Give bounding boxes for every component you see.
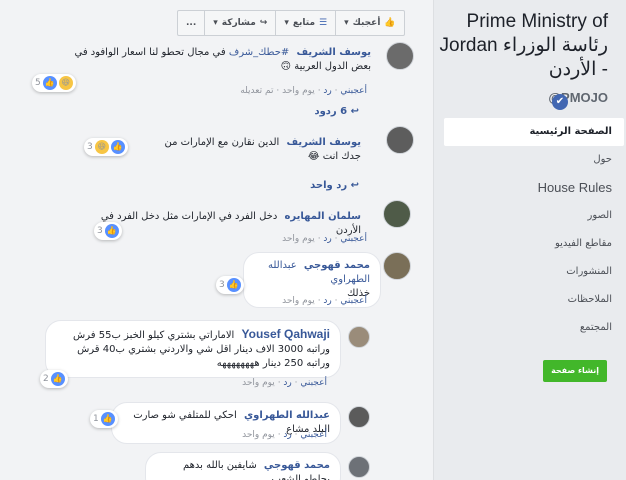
avatar[interactable] — [348, 456, 370, 478]
thumbs-up-icon: 👍 — [384, 18, 396, 28]
comment-bubble: Yousef Qahwaji الاماراتي بشتري كيلو الخب… — [45, 320, 341, 378]
comment-bubble: محمد قهوجي شايفين بالله بدهم يجلطو الشعب — [145, 452, 341, 480]
chevron-down-icon: ▾ — [213, 18, 218, 28]
edited-label[interactable]: تم تعديله — [240, 86, 273, 96]
replies-count: 6 ردود — [314, 106, 348, 117]
timestamp[interactable]: يوم واحد — [282, 86, 315, 96]
nav-home[interactable]: الصفحة الرئيسية — [444, 118, 624, 146]
reaction-number: 5 — [35, 78, 41, 88]
comment-author[interactable]: محمد قهوجي — [304, 260, 370, 271]
reply-link[interactable]: رد — [323, 86, 331, 96]
more-button[interactable]: ... — [177, 10, 206, 36]
reaction-number: 3 — [219, 280, 225, 290]
timestamp[interactable]: يوم واحد — [282, 234, 315, 244]
reply-arrow-icon: ↩ — [350, 106, 359, 117]
comment-meta: أعجبني · رد · يوم واحد · تم تعديله — [240, 86, 367, 96]
nav-videos[interactable]: مقاطع الفيديو — [444, 230, 624, 258]
comment-author[interactable]: Yousef Qahwaji — [242, 327, 330, 341]
comment-meta: أعجبني · رد · يوم واحد — [282, 296, 367, 306]
reaction-count[interactable]: 3 😆 👍 — [84, 138, 128, 156]
nav-posts[interactable]: المنشورات — [444, 258, 624, 286]
reaction-count[interactable]: 1 👍 — [90, 410, 118, 428]
view-replies-link[interactable]: ↩ 6 ردود — [314, 106, 359, 117]
like-link[interactable]: أعجبني — [340, 234, 367, 244]
view-replies-link[interactable]: ↩ رد واحد — [310, 180, 359, 191]
like-reaction-icon: 👍 — [42, 76, 57, 90]
page-title[interactable]: Prime Ministry of Jordan رئاسة الوزراء -… — [436, 10, 608, 82]
haha-reaction-icon: 😆 — [58, 76, 73, 90]
like-link[interactable]: أعجبني — [340, 86, 367, 96]
haha-reaction-icon: 😆 — [94, 140, 109, 154]
nav-community[interactable]: المجتمع — [444, 314, 624, 342]
chevron-down-icon: ▾ — [344, 18, 349, 28]
share-icon: ↪ — [259, 18, 268, 28]
comment-bubble: يوسف الشريف الدين نقارن مع الإمارات من ج… — [141, 130, 371, 170]
comment-author[interactable]: محمد قهوجي — [264, 460, 330, 471]
nav-about[interactable]: حول — [444, 146, 624, 174]
share-label: مشاركة — [221, 18, 256, 28]
reaction-number: 3 — [87, 142, 93, 152]
avatar[interactable] — [383, 252, 411, 280]
comment-bubble: يوسف الشريف #حطك_شرف في مجال تحطو لنا اس… — [61, 40, 381, 80]
follow-label: متابع — [292, 18, 316, 28]
comment-author[interactable]: يوسف الشريف — [297, 47, 372, 58]
page-nav: الصفحة الرئيسية حول House Rules الصور مق… — [444, 118, 624, 342]
reaction-count[interactable]: 5 👍 😆 — [32, 74, 76, 92]
avatar[interactable] — [383, 200, 411, 228]
comment-author[interactable]: عبدالله الطهراوي — [244, 410, 330, 421]
reply-arrow-icon: ↩ — [350, 180, 359, 191]
reply-link[interactable]: رد — [283, 378, 291, 388]
timestamp[interactable]: يوم واحد — [242, 378, 275, 388]
timestamp[interactable]: يوم واحد — [242, 430, 275, 440]
comment-meta: أعجبني · رد · يوم واحد — [282, 234, 367, 244]
like-reaction-icon: 👍 — [104, 224, 119, 238]
hashtag-link[interactable]: #حطك_شرف — [229, 47, 289, 58]
rss-icon: ☰ — [319, 18, 328, 28]
comment-meta: أعجبني · رد · يوم واحد — [242, 430, 327, 440]
replies-count: رد واحد — [310, 180, 348, 191]
reaction-count[interactable]: 2 👍 — [40, 370, 68, 388]
like-link[interactable]: أعجبني — [300, 378, 327, 388]
timestamp[interactable]: يوم واحد — [282, 296, 315, 306]
reply-link[interactable]: رد — [283, 430, 291, 440]
reaction-count[interactable]: 3 👍 — [216, 276, 244, 294]
share-button[interactable]: ▾ مشاركة ↪ — [204, 10, 277, 36]
like-link[interactable]: أعجبني — [300, 430, 327, 440]
more-label: ... — [186, 18, 197, 28]
page-action-bar: ... ▾ مشاركة ↪ ▾ متابع ☰ ▾ أعجبك 👍 — [177, 10, 405, 36]
like-reaction-icon: 👍 — [226, 278, 241, 292]
comment-author[interactable]: سلمان المهايره — [284, 211, 361, 222]
reaction-number: 1 — [93, 414, 99, 424]
verified-badge-icon: ✔ — [552, 94, 568, 110]
like-reaction-icon: 👍 — [50, 372, 65, 386]
reply-link[interactable]: رد — [323, 296, 331, 306]
page-sidebar: Prime Ministry of Jordan رئاسة الوزراء -… — [434, 0, 626, 480]
avatar[interactable] — [386, 126, 414, 154]
chevron-down-icon: ▾ — [284, 18, 289, 28]
comment-meta: أعجبني · رد · يوم واحد — [242, 378, 327, 388]
like-reaction-icon: 👍 — [110, 140, 125, 154]
reaction-number: 2 — [43, 374, 49, 384]
nav-photos[interactable]: الصور — [444, 202, 624, 230]
follow-button[interactable]: ▾ متابع ☰ — [275, 10, 337, 36]
comments-column: ... ▾ مشاركة ↪ ▾ متابع ☰ ▾ أعجبك 👍 يوسف … — [0, 0, 434, 480]
reply-link[interactable]: رد — [323, 234, 331, 244]
nav-house-rules[interactable]: House Rules — [444, 174, 624, 202]
reaction-count[interactable]: 3 👍 — [94, 222, 122, 240]
avatar[interactable] — [348, 406, 370, 428]
like-link[interactable]: أعجبني — [340, 296, 367, 306]
like-reaction-icon: 👍 — [100, 412, 115, 426]
like-page-button[interactable]: ▾ أعجبك 👍 — [335, 10, 405, 36]
avatar[interactable] — [348, 326, 370, 348]
comment-author[interactable]: يوسف الشريف — [287, 137, 362, 148]
like-label: أعجبك — [352, 18, 381, 28]
create-page-button[interactable]: إنشاء صفحة — [543, 360, 607, 382]
avatar[interactable] — [386, 42, 414, 70]
reaction-number: 3 — [97, 226, 103, 236]
nav-notes[interactable]: الملاحظات — [444, 286, 624, 314]
